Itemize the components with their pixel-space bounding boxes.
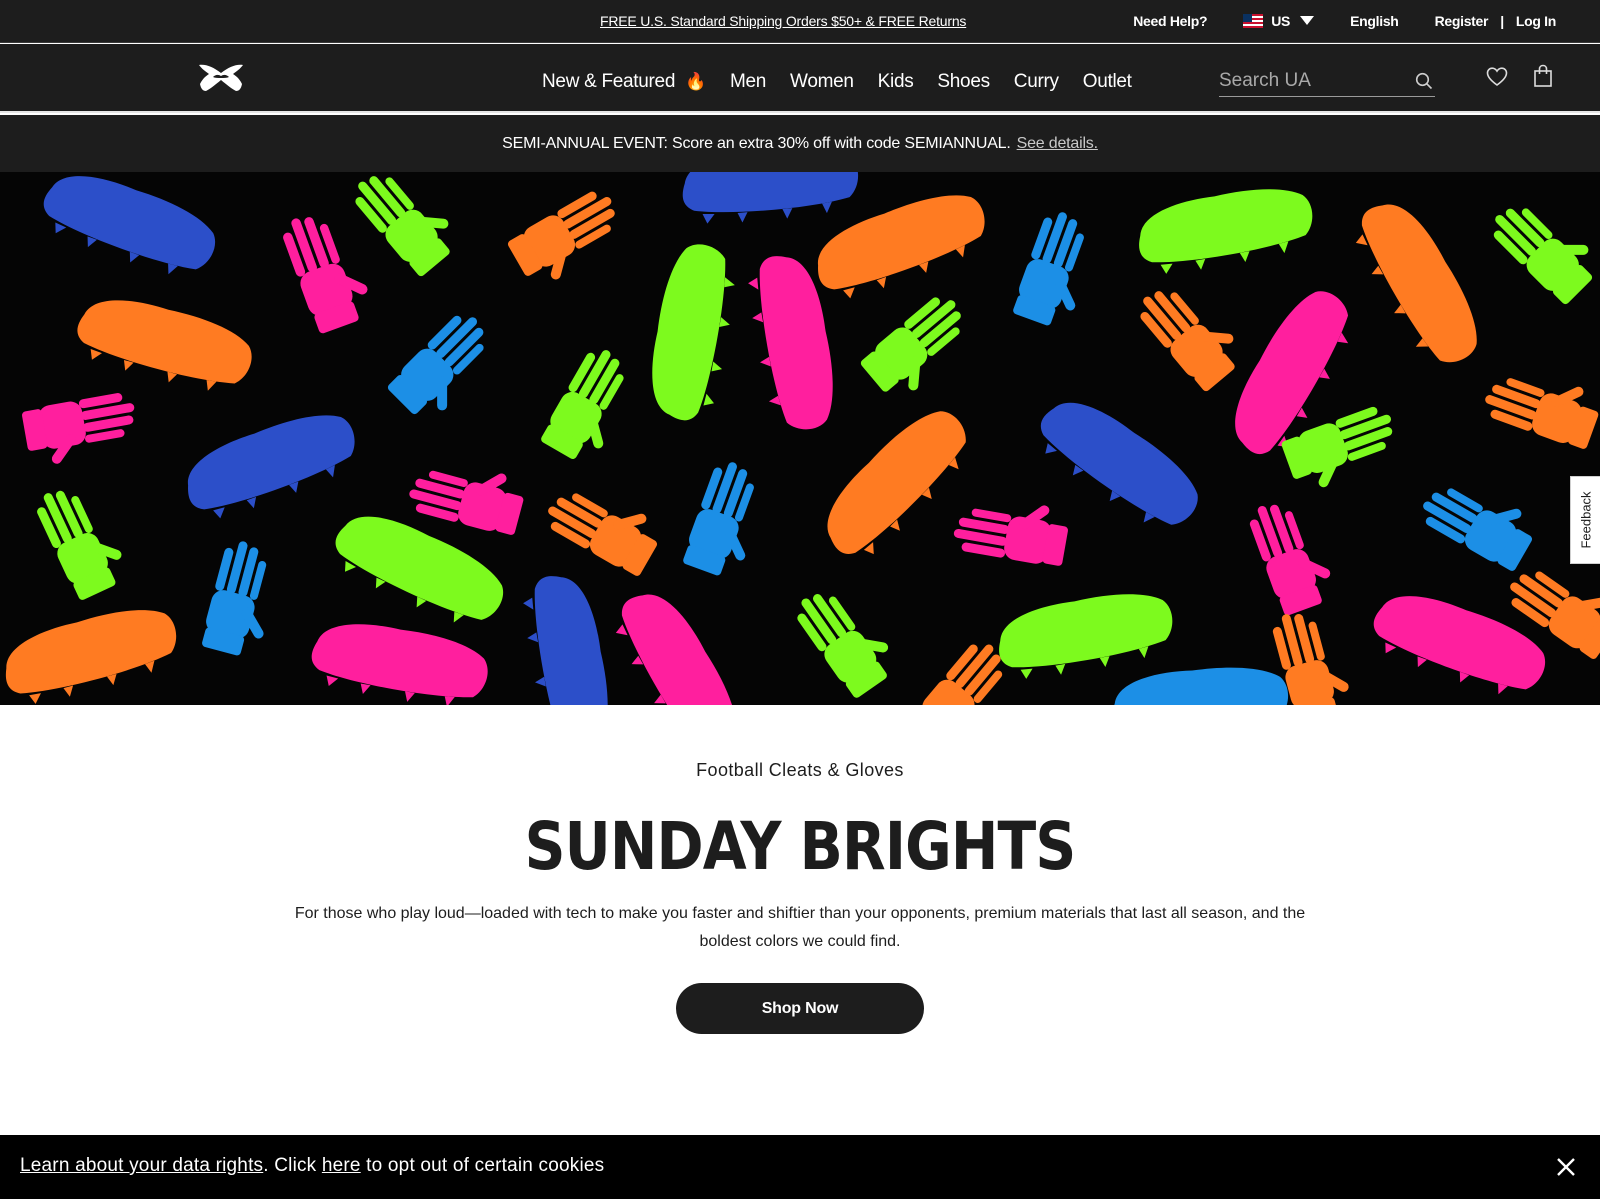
login-link[interactable]: Log In — [1516, 13, 1556, 29]
nav-new-featured-label: New & Featured — [542, 71, 676, 92]
shopping-bag-icon[interactable] — [1533, 64, 1553, 88]
cookie-notice-mid: . Click — [263, 1155, 322, 1176]
main-navigation: New & Featured 🔥 Men Women Kids Shoes Cur… — [0, 44, 1600, 113]
search-box — [1219, 68, 1435, 97]
hero-eyebrow: Football Cleats & Gloves — [696, 760, 904, 780]
data-rights-link[interactable]: Learn about your data rights — [20, 1155, 263, 1176]
see-details-link[interactable]: See details. — [1017, 135, 1098, 152]
nav-men[interactable]: Men — [730, 71, 766, 93]
promo-banner: SEMI-ANNUAL EVENT: Score an extra 30% of… — [0, 115, 1600, 172]
nav-outlet[interactable]: Outlet — [1083, 71, 1132, 93]
nav-women[interactable]: Women — [790, 71, 854, 93]
country-label: US — [1271, 13, 1291, 29]
nav-kids[interactable]: Kids — [878, 71, 914, 93]
cleats-gloves-collage — [0, 172, 1600, 705]
language-selector[interactable]: English — [1350, 13, 1399, 29]
hero-title: SUNDAY BRIGHTS — [524, 808, 1077, 885]
account-separator: | — [1500, 13, 1504, 29]
opt-out-link[interactable]: here — [322, 1155, 361, 1176]
heart-icon[interactable] — [1486, 66, 1508, 88]
us-flag-icon — [1243, 14, 1264, 28]
hero-description: For those who play loud—loaded with tech… — [294, 905, 1306, 950]
close-icon[interactable] — [1556, 1157, 1576, 1177]
nav-curry[interactable]: Curry — [1014, 71, 1059, 93]
nav-shoes[interactable]: Shoes — [937, 71, 990, 93]
account-links: Register | Log In — [1435, 13, 1557, 29]
utility-bar: FREE U.S. Standard Shipping Orders $50+ … — [0, 0, 1600, 43]
nav-new-featured[interactable]: New & Featured 🔥 — [542, 71, 706, 93]
free-shipping-link[interactable]: FREE U.S. Standard Shipping Orders $50+ … — [600, 13, 966, 29]
under-armour-logo[interactable] — [196, 63, 246, 93]
caret-down-icon — [1300, 16, 1315, 25]
feedback-tab[interactable]: Feedback — [1570, 476, 1600, 564]
need-help-link[interactable]: Need Help? — [1133, 13, 1207, 29]
utility-links: Need Help? US English Register | Log In — [1133, 13, 1556, 29]
primary-menu: New & Featured 🔥 Men Women Kids Shoes Cur… — [542, 71, 1156, 93]
hero-image[interactable]: Feedback — [0, 172, 1600, 705]
cookie-notice-tail: to opt out of certain cookies — [360, 1155, 605, 1176]
shop-now-button[interactable]: Shop Now — [676, 983, 924, 1034]
cookie-notice-text: Learn about your data rights. Click here… — [20, 1155, 604, 1177]
promo-text: SEMI-ANNUAL EVENT: Score an extra 30% of… — [502, 135, 1011, 152]
feedback-label: Feedback — [1578, 491, 1593, 549]
cookie-notice-bar: Learn about your data rights. Click here… — [0, 1135, 1600, 1199]
flame-icon: 🔥 — [685, 72, 706, 91]
search-icon[interactable] — [1415, 72, 1433, 90]
search-input[interactable] — [1219, 68, 1399, 94]
country-selector[interactable]: US — [1243, 13, 1315, 29]
register-link[interactable]: Register — [1435, 13, 1489, 29]
